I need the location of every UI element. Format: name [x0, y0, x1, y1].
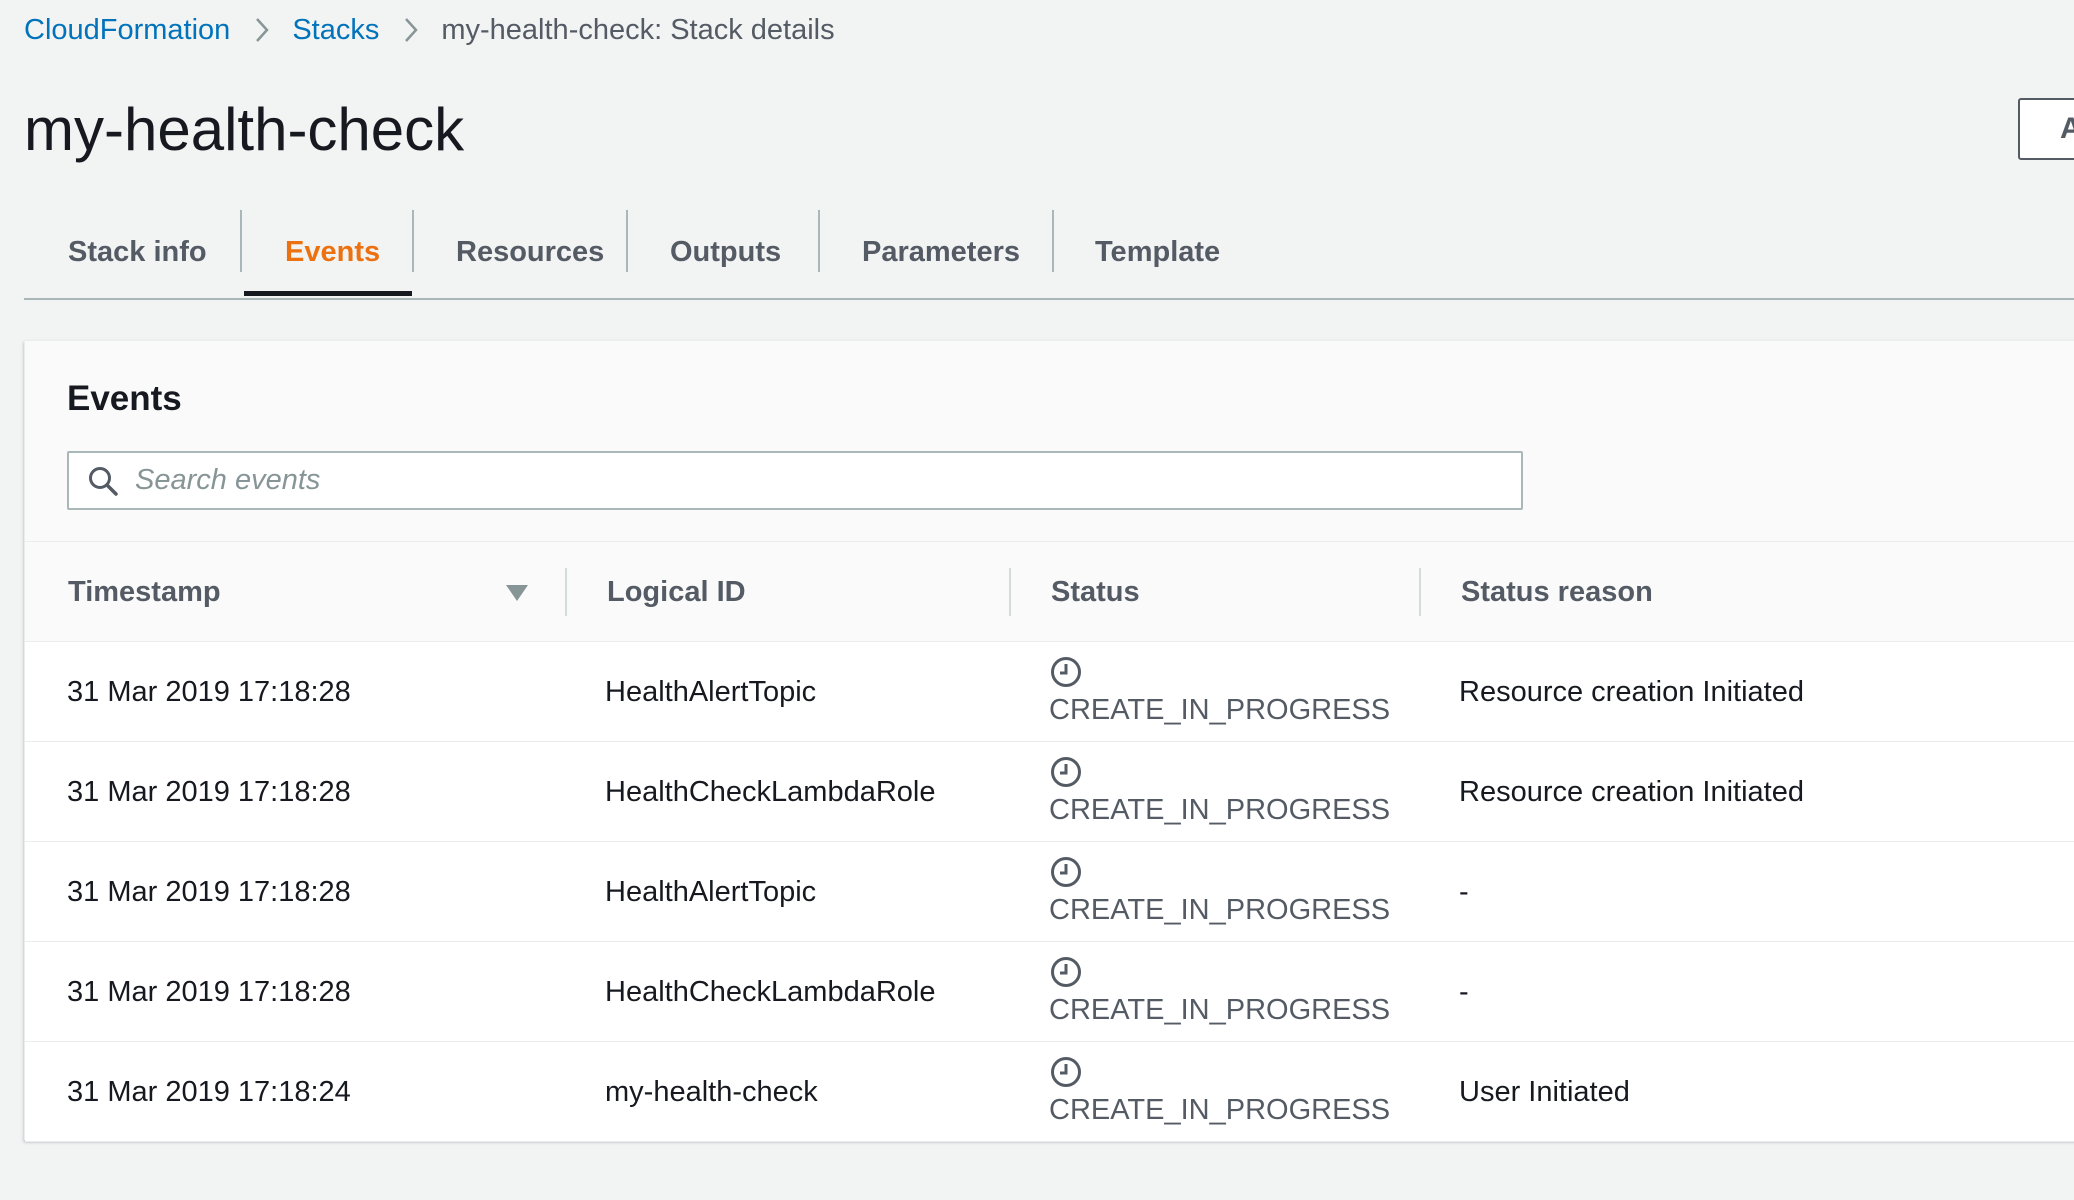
events-panel: Events Timestamp Logical ID Status Statu…	[24, 340, 2074, 1142]
timestamp-cell: 31 Mar 2019 17:18:28	[67, 675, 351, 708]
tab-bar: Stack info Events Resources Outputs Para…	[24, 204, 2074, 300]
table-row: 31 Mar 2019 17:18:28 HealthAlertTopic CR…	[25, 842, 2074, 942]
tab-resources[interactable]: Resources	[456, 204, 604, 300]
column-header-status-reason[interactable]: Status reason	[1461, 542, 1653, 642]
logical-id-cell: HealthCheckLambdaRole	[605, 775, 936, 808]
tab-divider	[240, 210, 242, 272]
status-text: CREATE_IN_PROGRESS	[1049, 694, 1391, 726]
table-row: 31 Mar 2019 17:18:24 my-health-check CRE…	[25, 1042, 2074, 1142]
logical-id-cell: HealthAlertTopic	[605, 675, 817, 708]
tab-template[interactable]: Template	[1095, 204, 1220, 300]
status-reason-cell: -	[1459, 975, 1469, 1008]
status-text: CREATE_IN_PROGRESS	[1049, 794, 1391, 826]
clock-icon	[1049, 954, 1390, 990]
timestamp-cell: 31 Mar 2019 17:18:24	[67, 1075, 351, 1108]
timestamp-cell: 31 Mar 2019 17:18:28	[67, 775, 351, 808]
column-divider	[1009, 568, 1011, 616]
status-cell: CREATE_IN_PROGRESS	[1049, 654, 1390, 727]
tab-divider	[1052, 210, 1054, 272]
status-reason-cell: Resource creation Initiated	[1459, 675, 1804, 708]
clock-icon	[1049, 1054, 1390, 1090]
table-row: 31 Mar 2019 17:18:28 HealthAlertTopic CR…	[25, 642, 2074, 742]
search-events-input[interactable]	[135, 464, 1485, 497]
tab-divider	[626, 210, 628, 272]
clock-icon	[1049, 854, 1390, 890]
column-header-status[interactable]: Status	[1051, 542, 1140, 642]
actions-button-label: Actions	[2060, 112, 2074, 146]
column-header-timestamp[interactable]: Timestamp	[68, 542, 221, 642]
logical-id-cell: my-health-check	[605, 1075, 818, 1108]
status-reason-cell: -	[1459, 875, 1469, 908]
tab-parameters[interactable]: Parameters	[862, 204, 1020, 300]
table-row: 31 Mar 2019 17:18:28 HealthCheckLambdaRo…	[25, 942, 2074, 1042]
events-panel-title: Events	[67, 379, 182, 418]
logical-id-cell: HealthCheckLambdaRole	[605, 975, 936, 1008]
tab-divider	[412, 210, 414, 272]
search-icon	[87, 465, 119, 497]
status-text: CREATE_IN_PROGRESS	[1049, 894, 1391, 926]
status-cell: CREATE_IN_PROGRESS	[1049, 754, 1390, 827]
status-text: CREATE_IN_PROGRESS	[1049, 1094, 1391, 1126]
tab-outputs[interactable]: Outputs	[670, 204, 781, 300]
status-cell: CREATE_IN_PROGRESS	[1049, 1054, 1390, 1127]
status-reason-cell: User Initiated	[1459, 1075, 1630, 1108]
timestamp-cell: 31 Mar 2019 17:18:28	[67, 875, 351, 908]
breadcrumb-cloudformation-link[interactable]: CloudFormation	[24, 14, 230, 47]
status-cell: CREATE_IN_PROGRESS	[1049, 954, 1390, 1027]
tab-events[interactable]: Events	[285, 204, 380, 300]
table-header: Timestamp Logical ID Status Status reaso…	[25, 542, 2074, 642]
column-header-logical-id[interactable]: Logical ID	[607, 542, 746, 642]
timestamp-cell: 31 Mar 2019 17:18:28	[67, 975, 351, 1008]
status-text: CREATE_IN_PROGRESS	[1049, 994, 1391, 1026]
column-divider	[565, 568, 567, 616]
status-cell: CREATE_IN_PROGRESS	[1049, 854, 1390, 927]
search-box	[67, 451, 1523, 510]
breadcrumb-current: my-health-check: Stack details	[441, 13, 835, 46]
breadcrumb: CloudFormation Stacks my-health-check: S…	[24, 12, 835, 48]
clock-icon	[1049, 654, 1390, 690]
active-tab-indicator	[244, 291, 412, 296]
logical-id-cell: HealthAlertTopic	[605, 875, 817, 908]
status-reason-cell: Resource creation Initiated	[1459, 775, 1804, 808]
table-row: 31 Mar 2019 17:18:28 HealthCheckLambdaRo…	[25, 742, 2074, 842]
chevron-right-icon	[254, 16, 270, 44]
clock-icon	[1049, 754, 1390, 790]
column-divider	[1419, 568, 1421, 616]
sort-descending-icon[interactable]	[505, 584, 529, 607]
page-title: my-health-check	[24, 96, 465, 163]
tab-stack-info[interactable]: Stack info	[68, 204, 207, 300]
events-panel-header: Events	[25, 341, 2074, 542]
breadcrumb-stacks-link[interactable]: Stacks	[292, 14, 379, 47]
actions-button[interactable]: Actions	[2018, 98, 2074, 160]
tab-divider	[818, 210, 820, 272]
chevron-right-icon	[403, 16, 419, 44]
